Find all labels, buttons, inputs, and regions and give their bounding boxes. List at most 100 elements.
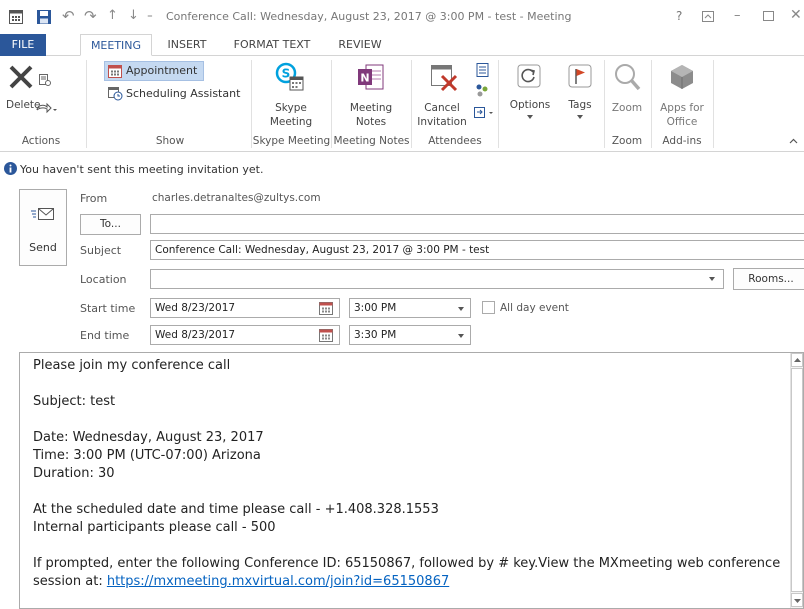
minimize-button[interactable]: – (734, 8, 741, 23)
tab-review[interactable]: REVIEW (330, 34, 390, 56)
skype-meeting-icon: S (275, 62, 304, 91)
scroll-down-button[interactable] (791, 593, 803, 607)
end-date-field[interactable]: Wed 8/23/2017 (150, 325, 340, 345)
group-label-add-ins: Add-ins (662, 135, 702, 147)
close-button[interactable]: ✕ (790, 7, 802, 23)
body-line: Date: Wednesday, August 23, 2017 (33, 430, 264, 445)
quick-steps-icon[interactable] (39, 74, 51, 87)
meeting-notes-button[interactable]: N Meeting Notes (332, 56, 410, 134)
calendar-picker-icon[interactable] (319, 302, 333, 315)
maximize-button[interactable] (763, 11, 774, 21)
group-label-show: Show (155, 135, 185, 147)
body-line: If prompted, enter the following Confere… (33, 556, 781, 571)
start-date-field[interactable]: Wed 8/23/2017 (150, 298, 340, 318)
rooms-button[interactable]: Rooms... (733, 268, 804, 290)
skype-meeting-button[interactable]: S Skype Meeting (252, 56, 330, 134)
tab-format-text[interactable]: FORMAT TEXT (226, 34, 318, 56)
group-label-meeting-notes: Meeting Notes (333, 135, 410, 147)
appointment-icon (108, 65, 122, 78)
group-label-actions: Actions (21, 135, 61, 147)
tags-button[interactable]: Tags (560, 56, 600, 128)
scroll-up-button[interactable] (791, 353, 803, 367)
all-day-label: All day event (500, 302, 569, 314)
onenote-icon: N (358, 64, 384, 90)
appointment-button[interactable]: Appointment (104, 61, 204, 81)
ribbon-display-options-icon[interactable] (702, 11, 714, 22)
all-day-checkbox[interactable] (482, 301, 495, 314)
location-label: Location (80, 273, 127, 286)
meeting-link[interactable]: https://mxmeeting.mxvirtual.com/join?id=… (107, 574, 449, 589)
send-button[interactable]: Send (19, 189, 67, 266)
arrow-down-icon[interactable]: ↓ (128, 8, 139, 23)
end-time-label: End time (80, 329, 130, 342)
body-line: Time: 3:00 PM (UTC-07:00) Arizona (33, 448, 261, 463)
chevron-down-icon[interactable] (709, 277, 715, 281)
message-body[interactable]: Please join my conference call Subject: … (19, 352, 804, 609)
customize-qat-icon[interactable]: ₌ (147, 8, 153, 21)
end-time-field[interactable]: 3:30 PM (349, 325, 471, 345)
ribbon-separator (86, 60, 87, 148)
svg-text:N: N (360, 72, 369, 85)
undo-icon[interactable]: ↶ (62, 7, 75, 25)
send-icon (31, 208, 54, 220)
address-book-icon[interactable] (475, 63, 489, 77)
to-field[interactable] (150, 214, 804, 234)
group-label-attendees: Attendees (428, 135, 482, 147)
group-label-zoom: Zoom (611, 135, 643, 147)
tab-insert[interactable]: INSERT (158, 34, 216, 56)
group-label-skype-meeting: Skype Meeting (252, 135, 331, 147)
ribbon-separator (498, 60, 499, 148)
ribbon-separator (713, 60, 714, 148)
title-bar: ↶ ↷ ↑ ↓ ₌ Conference Call: Wednesday, Au… (0, 0, 804, 34)
info-bar-message: You haven't sent this meeting invitation… (20, 163, 264, 176)
response-options-icon[interactable] (473, 106, 495, 120)
chevron-down-icon[interactable] (458, 307, 464, 311)
tab-file[interactable]: FILE (0, 34, 46, 56)
calendar-picker-icon[interactable] (319, 329, 333, 342)
to-button[interactable]: To... (80, 214, 141, 235)
start-time-field[interactable]: 3:00 PM (349, 298, 471, 318)
start-time-label: Start time (80, 302, 136, 315)
ribbon-tabs: FILE MEETING INSERT FORMAT TEXT REVIEW (0, 34, 804, 56)
delete-icon (9, 65, 33, 89)
tab-meeting[interactable]: MEETING (80, 34, 152, 56)
apps-for-office-button[interactable]: Apps for Office (654, 56, 710, 134)
help-button[interactable]: ? (676, 9, 682, 23)
calendar-app-icon[interactable] (9, 10, 23, 24)
chevron-down-icon (577, 115, 583, 119)
location-field[interactable] (150, 269, 724, 289)
ribbon: Delete Actions Appointment Scheduling As… (0, 56, 804, 152)
body-line: Subject: test (33, 394, 116, 409)
body-line: Duration: 30 (33, 466, 115, 481)
flag-icon (568, 64, 592, 88)
svg-text:S: S (282, 67, 291, 81)
options-button[interactable]: Options (506, 56, 554, 128)
subject-field[interactable]: Conference Call: Wednesday, August 23, 2… (150, 240, 804, 260)
options-icon (517, 64, 541, 88)
apps-for-office-icon (671, 65, 693, 89)
body-line: At the scheduled date and time please ca… (33, 502, 439, 517)
info-icon (4, 162, 17, 175)
body-scrollbar[interactable] (790, 353, 803, 608)
collapse-ribbon-icon[interactable] (789, 138, 798, 144)
redo-icon[interactable]: ↷ (84, 7, 97, 25)
check-names-icon[interactable] (475, 83, 489, 99)
forward-dropdown-icon[interactable] (35, 102, 57, 116)
cancel-invitation-button[interactable]: Cancel Invitation (414, 56, 470, 134)
cancel-invitation-icon (431, 65, 458, 92)
arrow-up-icon[interactable]: ↑ (107, 8, 118, 23)
body-line: Internal participants please call - 500 (33, 520, 276, 535)
scroll-thumb[interactable] (791, 368, 803, 592)
from-label: From (80, 192, 108, 205)
body-line: Please join my conference call (33, 358, 231, 373)
chevron-down-icon (527, 115, 533, 119)
ribbon-separator (651, 60, 652, 148)
zoom-icon (615, 64, 641, 91)
save-icon[interactable] (37, 10, 51, 24)
chevron-down-icon[interactable] (458, 334, 464, 338)
delete-button[interactable]: Delete (0, 56, 72, 134)
body-line: session at: https://mxmeeting.mxvirtual.… (33, 574, 450, 589)
scheduling-assistant-button[interactable]: Scheduling Assistant (104, 84, 244, 104)
zoom-button[interactable]: Zoom (606, 56, 648, 134)
from-value: charles.detranaltes@zultys.com (152, 192, 321, 204)
